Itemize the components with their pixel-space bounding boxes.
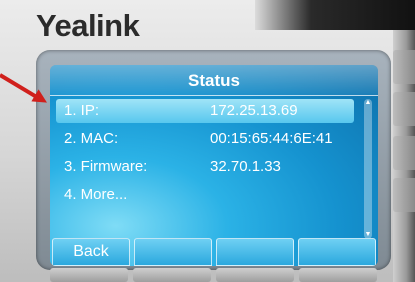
menu-item-label: 1. IP:: [64, 102, 100, 119]
lcd-screen: Status 1. IP: 172.25.13.69 2. MAC: 00:15…: [50, 65, 378, 266]
softkey-2[interactable]: [134, 238, 212, 266]
menu-item-label: 2. MAC:: [64, 130, 119, 147]
physical-key-3[interactable]: [216, 268, 294, 282]
softkey-back[interactable]: Back: [52, 238, 130, 266]
menu-item-firmware[interactable]: 3. Firmware: 32.70.1.33: [56, 155, 354, 179]
line-key-4[interactable]: [393, 178, 415, 212]
physical-key-4[interactable]: [299, 268, 377, 282]
scrollbar[interactable]: ▲ ▼: [364, 99, 372, 239]
menu-item-more[interactable]: 4. More...: [56, 183, 354, 207]
triangle-up-icon: ▲: [364, 99, 372, 106]
brand-logo: Yealink: [36, 8, 140, 43]
menu-item-label: 3. Firmware:: [64, 158, 148, 175]
physical-key-1[interactable]: [50, 268, 128, 282]
line-key-2[interactable]: [393, 92, 415, 126]
softkey-4[interactable]: [298, 238, 376, 266]
physical-softkey-row: [50, 268, 378, 282]
line-key-3[interactable]: [393, 136, 415, 170]
menu-item-mac[interactable]: 2. MAC: 00:15:65:44:6E:41: [56, 127, 354, 151]
line-key-1[interactable]: [393, 50, 415, 84]
softkey-3[interactable]: [216, 238, 294, 266]
screen-title: Status: [188, 71, 240, 90]
menu-item-value: 00:15:65:44:6E:41: [210, 130, 333, 147]
physical-key-2[interactable]: [133, 268, 211, 282]
menu-item-value: 32.70.1.33: [210, 158, 281, 175]
softkey-bar: Back: [50, 236, 378, 266]
menu-item-value: 172.25.13.69: [210, 102, 298, 119]
background-dark-corner: [255, 0, 415, 30]
menu-item-label: 4. More...: [64, 186, 128, 203]
menu-item-ip[interactable]: 1. IP: 172.25.13.69: [56, 99, 354, 123]
